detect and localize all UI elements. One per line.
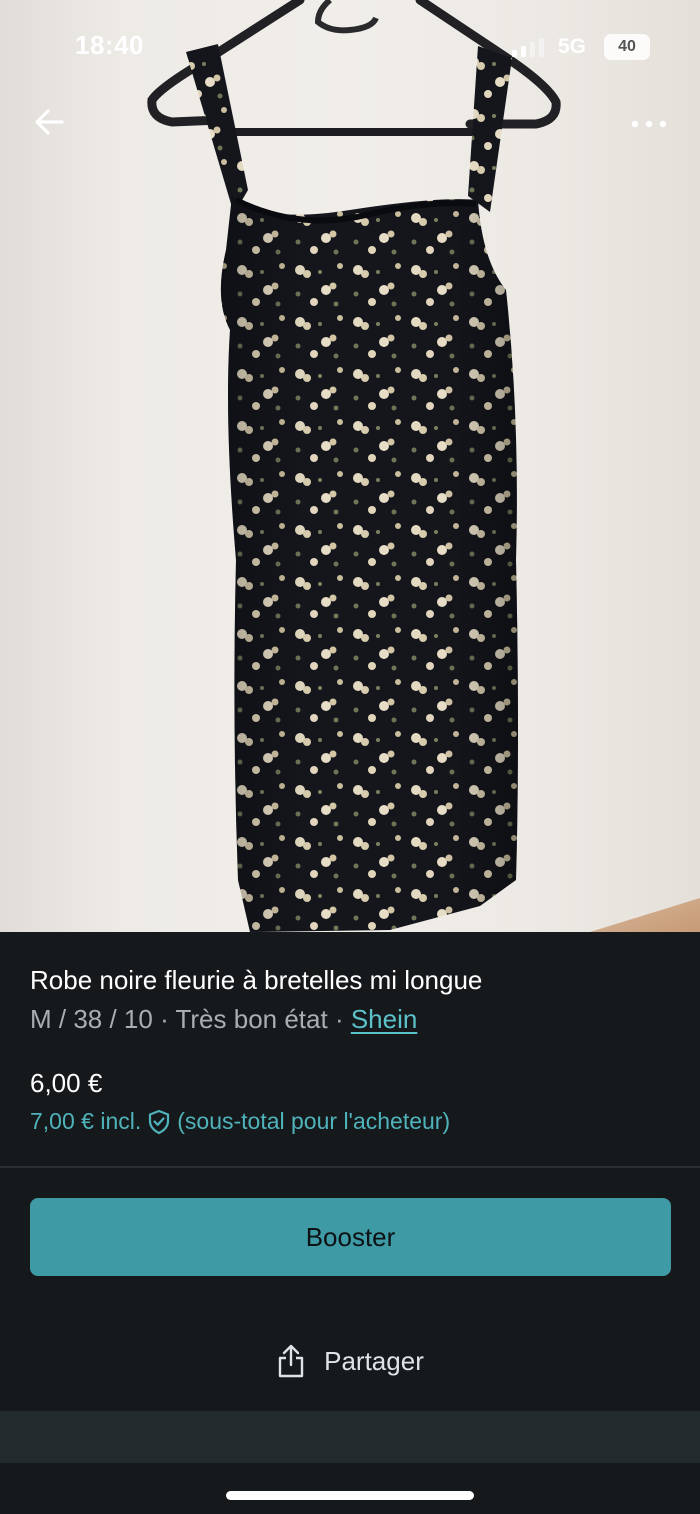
share-button[interactable]: Partager [0,1330,700,1392]
signal-icon [512,38,544,57]
shield-check-icon [149,1109,170,1134]
network-label: 5G [558,35,587,58]
battery-icon: 40 [604,34,650,60]
home-indicator[interactable] [226,1491,474,1500]
status-bar: 18:40 5G 40 [0,0,700,95]
arrow-left-icon [35,109,64,135]
section-divider [0,1166,700,1168]
meta-separator: · [152,1004,176,1034]
more-options-button[interactable] [626,100,672,144]
more-dots-icon [631,120,667,128]
listing-photo[interactable] [0,0,700,932]
listing-condition: Très bon état [175,1004,328,1034]
bottom-band [0,1411,700,1463]
share-label: Partager [324,1345,424,1376]
brand-link[interactable]: Shein [351,1004,418,1034]
listing-price: 6,00 € [30,1068,103,1098]
buyer-protection-price[interactable]: 7,00 € incl. (sous-total pour l'acheteur… [30,1108,450,1135]
price-incl-amount: 7,00 € incl. [30,1108,142,1134]
listing-meta: M / 38 / 10 · Très bon état · Shein [30,1004,417,1035]
share-icon [278,1344,304,1378]
listing-info: Robe noire fleurie à bretelles mi longue… [0,932,700,1168]
back-button[interactable] [28,100,72,144]
price-incl-note: (sous-total pour l'acheteur) [177,1108,451,1134]
meta-separator: · [327,1004,351,1034]
dress-photo [147,0,561,932]
status-time: 18:40 [75,30,144,60]
listing-size: M / 38 / 10 [30,1004,153,1034]
listing-title: Robe noire fleurie à bretelles mi longue [30,965,483,995]
booster-button[interactable]: Booster [30,1198,671,1276]
